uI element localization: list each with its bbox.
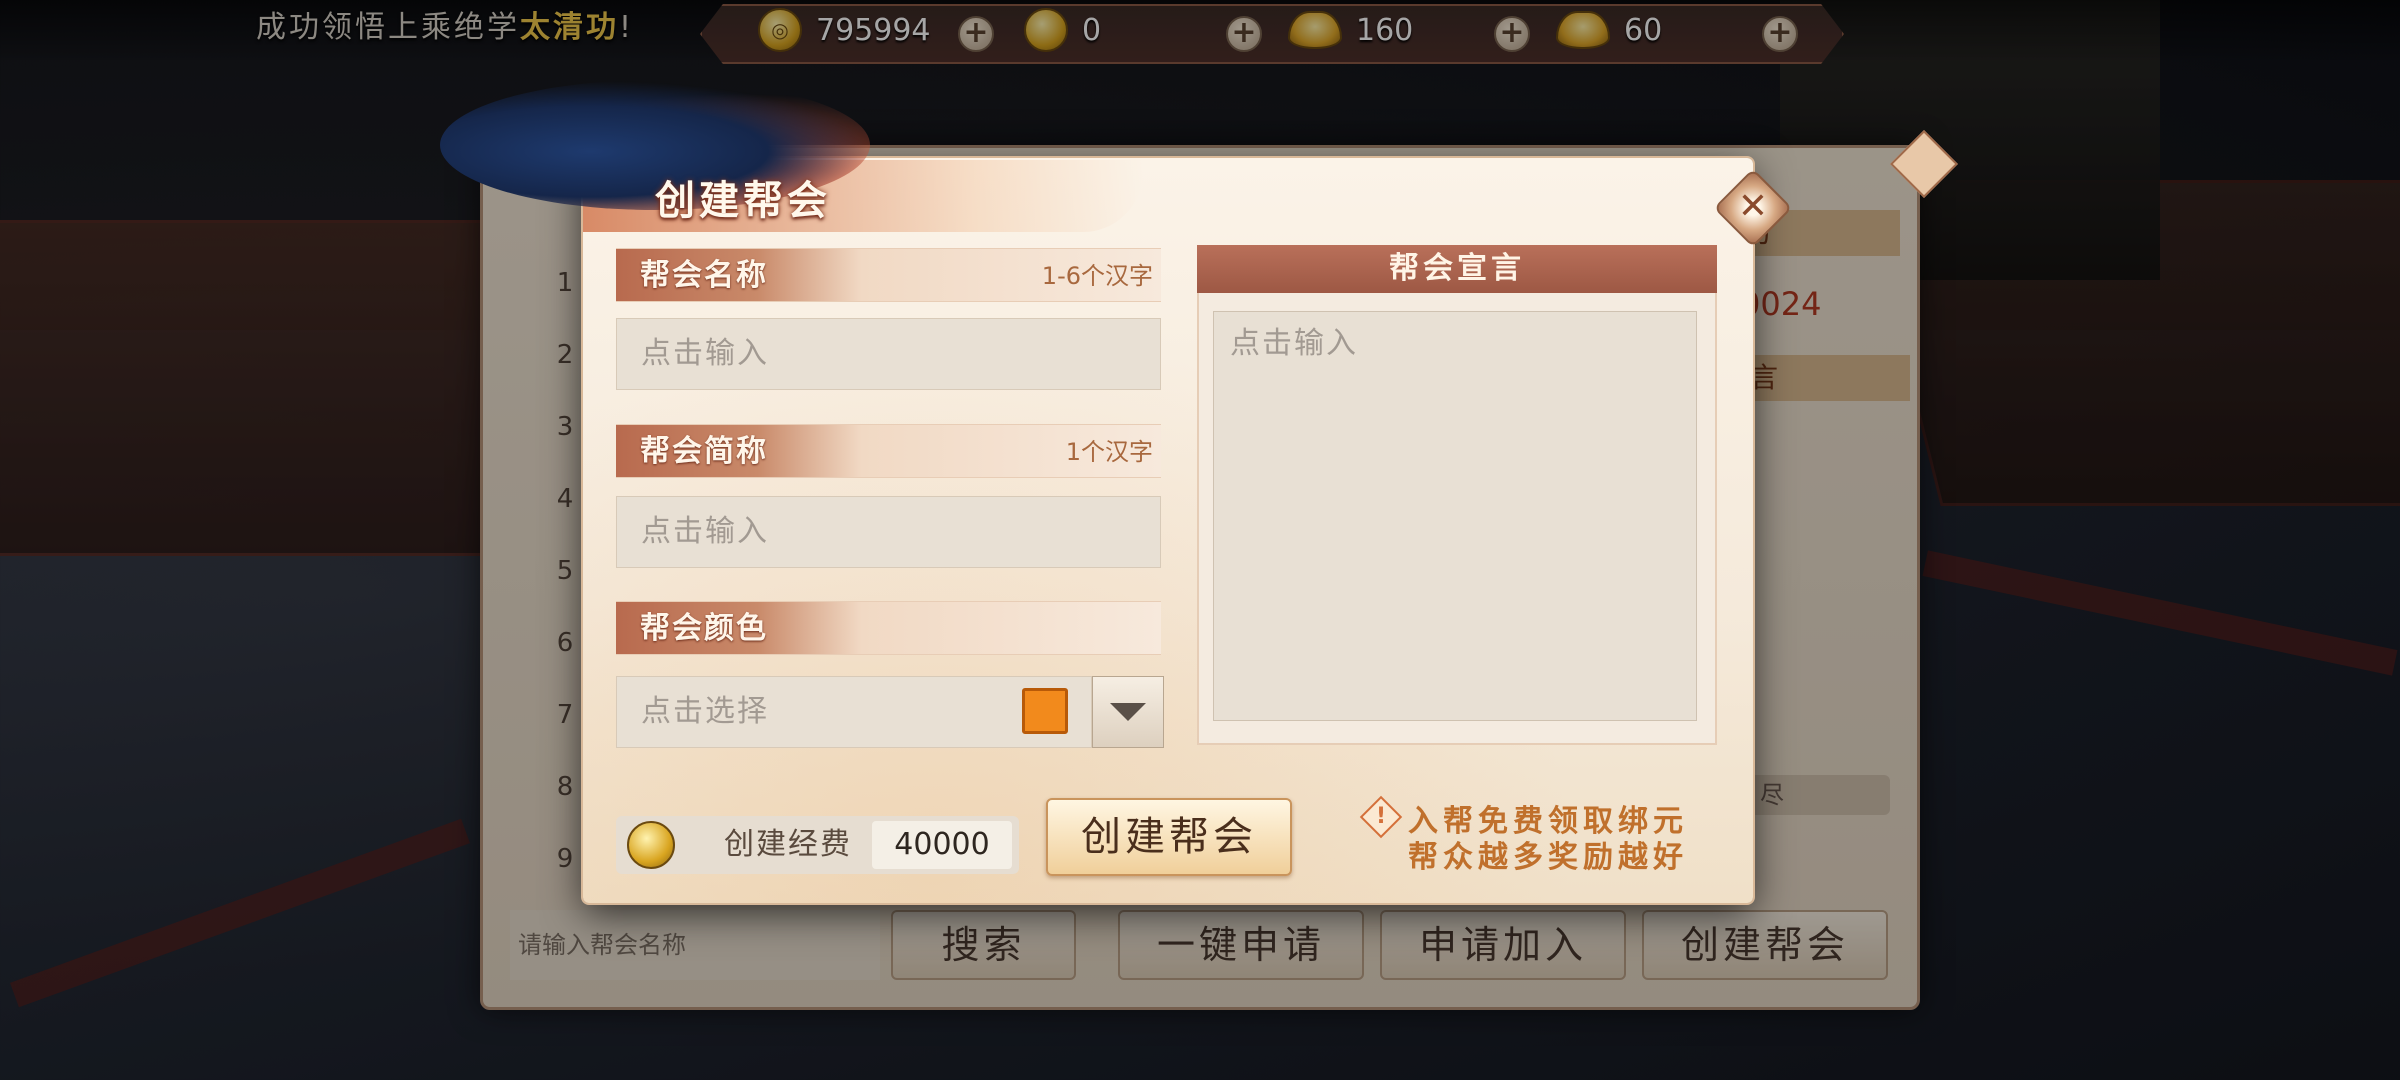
gold-value: 0 <box>1082 12 1102 48</box>
system-notice: 成功领悟上乘绝学太清功! <box>256 10 635 45</box>
one-click-apply-button[interactable]: 一键申请 <box>1118 910 1364 980</box>
row-number: 7 <box>556 700 574 730</box>
currency-gold-ingot: 60 <box>1556 8 1744 52</box>
gold-ingot-icon <box>1556 11 1610 49</box>
close-icon: ✕ <box>1737 186 1769 227</box>
guild-short-name-label: 帮会简称 1个汉字 <box>616 424 1161 478</box>
bound-ingot-icon <box>1288 11 1342 49</box>
skill-name: 太清功 <box>520 10 619 45</box>
copper-coin-icon: ◎ <box>758 8 802 52</box>
guild-name-hint: 1-6个汉字 <box>1041 262 1153 290</box>
row-number: 9 <box>556 844 574 874</box>
add-gold-button[interactable]: + <box>1226 16 1262 52</box>
row-number: 5 <box>556 556 574 586</box>
currency-gold: 0 <box>1024 8 1202 52</box>
guild-short-name-input[interactable]: 点击输入 <box>616 496 1161 568</box>
selected-color-swatch <box>1022 688 1068 734</box>
declaration-textarea[interactable]: 点击输入 <box>1213 311 1697 721</box>
search-button[interactable]: 搜索 <box>891 910 1076 980</box>
guild-search-input[interactable]: 请输入帮会名称 <box>510 910 880 980</box>
chevron-down-icon <box>1110 703 1146 721</box>
guild-name-input[interactable]: 点击输入 <box>616 318 1161 390</box>
copper-value: 795994 <box>816 12 931 48</box>
guild-color-select[interactable]: 点击选择 <box>616 676 1092 748</box>
top-bar: 成功领悟上乘绝学太清功! ◎ 795994 + 0 + 160 + 60 + <box>0 0 2400 64</box>
declaration-label: 帮会宣言 <box>1197 245 1717 293</box>
guild-name-label: 帮会名称 1-6个汉字 <box>616 248 1161 302</box>
create-guild-button[interactable]: 创建帮会 <box>1642 910 1888 980</box>
row-number: 1 <box>556 268 574 298</box>
row-number: 6 <box>556 628 574 658</box>
add-gold-ingot-button[interactable]: + <box>1762 16 1798 52</box>
gold-coin-icon <box>1024 8 1068 52</box>
row-number: 2 <box>556 340 574 370</box>
gold-ingot-value: 60 <box>1624 12 1663 48</box>
guild-color-label: 帮会颜色 <box>616 601 1161 655</box>
add-copper-button[interactable]: + <box>958 16 994 52</box>
apply-join-button[interactable]: 申请加入 <box>1380 910 1626 980</box>
confirm-create-guild-button[interactable]: 创建帮会 <box>1046 798 1292 876</box>
tip-line-2: 帮众越多奖励越好 <box>1408 840 1688 875</box>
row-number: 8 <box>556 772 574 802</box>
dialog-title: 创建帮会 <box>655 178 831 224</box>
creation-fee-value: 40000 <box>872 821 1012 869</box>
row-number: 3 <box>556 412 574 442</box>
color-dropdown-button[interactable] <box>1092 676 1164 748</box>
add-bound-ingot-button[interactable]: + <box>1494 16 1530 52</box>
row-number: 4 <box>556 484 574 514</box>
guild-info-tail: 尽 <box>1740 775 1890 815</box>
creation-fee-label: 创建经费 <box>724 827 852 862</box>
currency-bound-ingot: 160 <box>1288 8 1476 52</box>
bound-ingot-value: 160 <box>1356 12 1414 48</box>
currency-copper: ◎ 795994 <box>758 8 936 52</box>
fee-coin-icon <box>627 821 675 869</box>
guild-short-name-hint: 1个汉字 <box>1065 438 1153 466</box>
